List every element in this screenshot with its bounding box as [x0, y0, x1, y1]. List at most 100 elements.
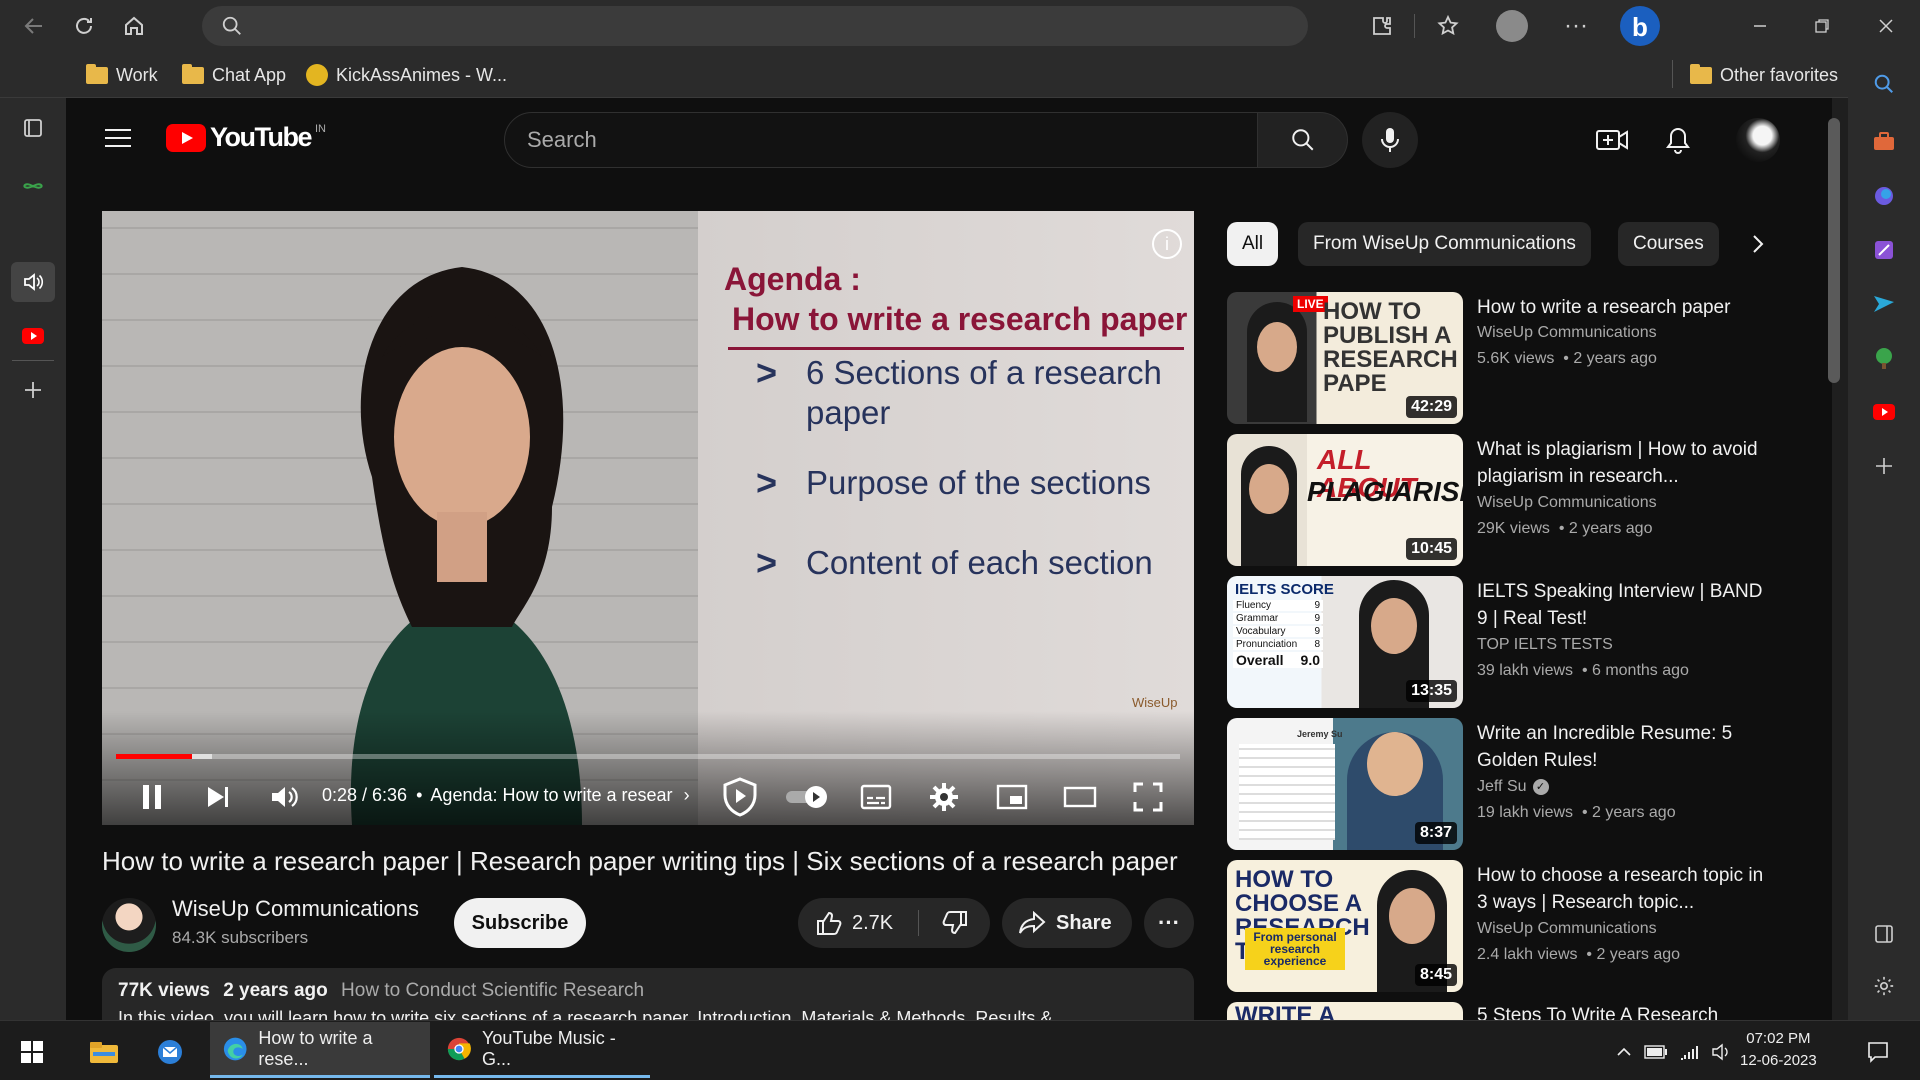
taskbar-edge-app[interactable]: How to write a rese...	[210, 1022, 430, 1078]
file-explorer-icon[interactable]	[86, 1034, 122, 1070]
chevron-right-icon[interactable]	[1740, 226, 1776, 262]
recommendation-title[interactable]: IELTS Speaking Interview | BAND 9 | Real…	[1477, 578, 1767, 632]
recommendation-channel[interactable]: WiseUp Communications	[1477, 920, 1657, 938]
search-icon[interactable]	[1868, 68, 1900, 100]
subtitles-button[interactable]	[854, 777, 898, 817]
volume-button[interactable]	[264, 777, 304, 817]
search-input[interactable]: Search	[504, 112, 1258, 168]
create-video-icon[interactable]	[1592, 120, 1632, 160]
recommendation-title[interactable]: How to choose a research topic in 3 ways…	[1477, 862, 1767, 916]
youtube-tab-icon[interactable]	[17, 320, 49, 352]
recommendation-title[interactable]: 5 Steps To Write A Research	[1477, 1002, 1757, 1020]
recommendation-title[interactable]: Write an Incredible Resume: 5 Golden Rul…	[1477, 720, 1767, 774]
youtube-icon[interactable]	[1868, 396, 1900, 428]
battery-icon[interactable]	[1644, 1040, 1668, 1064]
add-icon[interactable]	[1868, 450, 1900, 482]
next-button[interactable]	[198, 777, 238, 817]
autoplay-toggle[interactable]	[782, 777, 832, 817]
tab-actions-icon[interactable]	[17, 112, 49, 144]
video-thumbnail[interactable]: ALL ABOUT PLAGIARISM 10:45	[1227, 434, 1463, 566]
bookmark-chat-app[interactable]: Chat App	[182, 60, 286, 90]
page-scrollbar-thumb[interactable]	[1828, 118, 1840, 383]
menu-icon[interactable]	[100, 120, 136, 156]
wifi-icon[interactable]	[1678, 1040, 1702, 1064]
chatgpt-tab-icon[interactable]	[17, 170, 49, 202]
voice-search-button[interactable]	[1362, 112, 1418, 168]
windows-start-icon[interactable]	[16, 1036, 48, 1068]
recommendation-channel[interactable]: WiseUp Communications	[1477, 494, 1657, 512]
speaker-icon[interactable]	[1710, 1040, 1734, 1064]
bookmark-work[interactable]: Work	[86, 60, 158, 90]
info-icon[interactable]: i	[1152, 229, 1182, 259]
pause-button[interactable]	[132, 777, 172, 817]
address-bar[interactable]	[202, 6, 1308, 46]
favorites-icon[interactable]	[1432, 10, 1464, 42]
video-thumbnail[interactable]: Jeremy Su 8:37	[1227, 718, 1463, 850]
recommendation-channel[interactable]: TOP IELTS TESTS	[1477, 636, 1613, 654]
share-button[interactable]: Share	[1002, 898, 1132, 948]
recommendation-channel[interactable]: Jeff Su ✓	[1477, 778, 1549, 796]
youtube-logo[interactable]: YouTube IN	[166, 122, 326, 153]
designer-icon[interactable]	[1868, 234, 1900, 266]
video-player[interactable]: Agenda : How to write a research paper >…	[102, 211, 1194, 825]
profile-avatar[interactable]	[1496, 10, 1528, 42]
miniplayer-button[interactable]	[990, 777, 1034, 817]
like-button[interactable]: 2.7K	[798, 898, 918, 948]
theater-mode-button[interactable]	[1058, 777, 1102, 817]
search-button[interactable]	[1258, 112, 1348, 168]
ad-settings-button[interactable]	[718, 777, 762, 817]
copilot-icon[interactable]	[1868, 180, 1900, 212]
recommendation-item[interactable]: IELTS SCORE Fluency 9 Grammar 9 Vocabulary 9 P…	[1227, 576, 1762, 708]
recommendation-item[interactable]: HOW TO CHOOSE A RESEARCH TOPIC From pers…	[1227, 860, 1763, 992]
chip-all[interactable]: All	[1227, 222, 1279, 266]
notification-center-icon[interactable]	[1862, 1036, 1894, 1068]
fullscreen-button[interactable]	[1126, 777, 1170, 817]
restore-icon[interactable]	[1808, 12, 1836, 40]
chevron-right-icon[interactable]: ›	[684, 785, 690, 805]
taskbar-chrome-app[interactable]: YouTube Music - G...	[434, 1022, 650, 1078]
settings-icon[interactable]	[1868, 970, 1900, 1002]
refresh-icon[interactable]	[68, 10, 100, 42]
mail-app-icon[interactable]	[152, 1034, 188, 1070]
video-thumbnail[interactable]: IELTS SCORE Fluency 9 Grammar 9 Vocabulary 9 P…	[1227, 576, 1463, 708]
video-thumbnail[interactable]: WRITE A	[1227, 1002, 1463, 1020]
recommendation-title[interactable]: What is plagiarism | How to avoid plagia…	[1477, 436, 1767, 490]
recommendation-item[interactable]: ALL ABOUT PLAGIARISM 10:45 What is plagi…	[1227, 434, 1758, 566]
new-tab-icon[interactable]	[17, 374, 49, 406]
chip-from-wiseup[interactable]: From WiseUp Communications	[1298, 222, 1591, 266]
audio-tab-icon[interactable]	[11, 262, 55, 302]
chip-courses[interactable]: Courses	[1618, 222, 1719, 266]
recommendation-item[interactable]: LIVE HOW TO PUBLISH A RESEARCH PAPE 42:2…	[1227, 292, 1757, 424]
games-icon[interactable]	[1868, 342, 1900, 374]
more-actions-icon[interactable]: ···	[1144, 898, 1194, 948]
other-favorites[interactable]: Other favorites	[1690, 60, 1838, 90]
tools-icon[interactable]	[1868, 126, 1900, 158]
minimize-icon[interactable]	[1746, 12, 1774, 40]
recommendation-item[interactable]: WRITE A 5 Steps To Write A Research	[1227, 1002, 1757, 1020]
hide-sidebar-icon[interactable]	[1868, 918, 1900, 950]
close-icon[interactable]	[1872, 12, 1900, 40]
playlist-link[interactable]: How to Conduct Scientific Research	[341, 980, 644, 1001]
more-options-icon[interactable]: ···	[1560, 10, 1592, 42]
bing-icon[interactable]: b	[1620, 6, 1660, 46]
settings-button[interactable]	[922, 777, 966, 817]
channel-name[interactable]: WiseUp Communications	[172, 896, 419, 922]
extensions-icon[interactable]	[1366, 10, 1398, 42]
bookmark-kickassanimes[interactable]: KickAssAnimes - W...	[306, 60, 507, 90]
notifications-icon[interactable]	[1658, 120, 1698, 160]
video-thumbnail[interactable]: HOW TO CHOOSE A RESEARCH TOPIC From pers…	[1227, 860, 1463, 992]
channel-avatar[interactable]	[102, 898, 156, 952]
progress-bar[interactable]	[116, 754, 1180, 759]
account-avatar[interactable]	[1736, 118, 1780, 162]
home-icon[interactable]	[118, 10, 150, 42]
recommendation-channel[interactable]: WiseUp Communications	[1477, 324, 1657, 342]
taskbar-clock[interactable]: 07:02 PM 12-06-2023	[1740, 1028, 1817, 1072]
dislike-button[interactable]	[920, 898, 990, 948]
chapter-title[interactable]: Agenda: How to write a resear	[430, 785, 672, 805]
recommendation-item[interactable]: Jeremy Su 8:37 Write an Incredible Resum…	[1227, 718, 1757, 850]
subscribe-button[interactable]: Subscribe	[454, 898, 586, 948]
chevron-up-icon[interactable]	[1612, 1040, 1636, 1064]
video-thumbnail[interactable]: LIVE HOW TO PUBLISH A RESEARCH PAPE 42:2…	[1227, 292, 1463, 424]
recommendation-title[interactable]: How to write a research paper	[1477, 294, 1767, 321]
back-icon[interactable]	[18, 10, 50, 42]
